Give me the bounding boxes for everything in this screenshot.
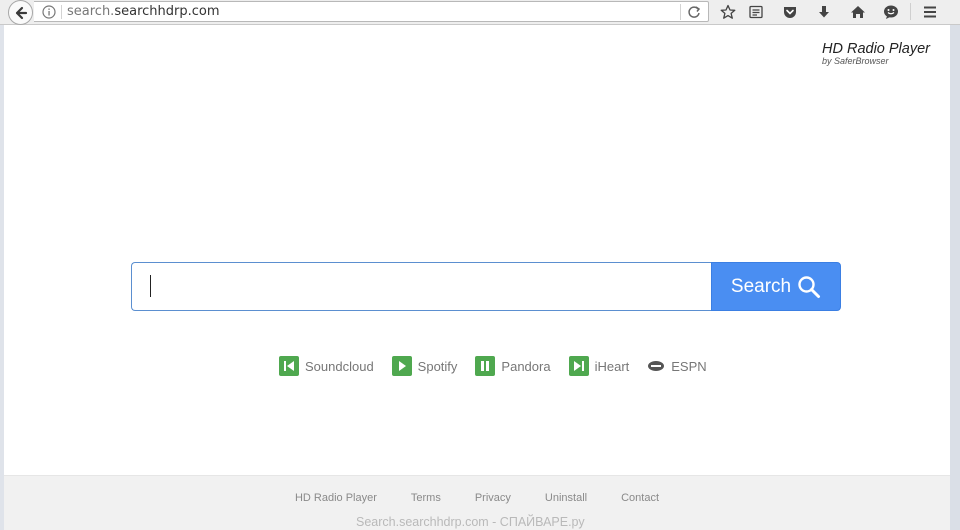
download-icon[interactable]: [815, 3, 833, 21]
footer-link-hd-radio-player[interactable]: HD Radio Player: [295, 492, 377, 504]
chat-smiley-icon[interactable]: [882, 3, 900, 21]
url-host: searchhdrp.com: [114, 4, 220, 19]
toolbar-separator: [910, 3, 911, 20]
hamburger-menu-icon[interactable]: [921, 3, 939, 21]
arrow-left-icon: [15, 6, 27, 19]
skip-back-icon: [279, 356, 299, 376]
quick-link-iheart[interactable]: iHeart: [568, 356, 630, 376]
reader-list-icon[interactable]: [747, 3, 765, 21]
home-icon[interactable]: [849, 3, 867, 21]
footer-link-terms[interactable]: Terms: [411, 492, 441, 504]
quick-link-soundcloud[interactable]: Soundcloud: [279, 356, 374, 376]
brand-logo: HD Radio Player by SaferBrowser: [822, 41, 932, 66]
watermark-text: Search.searchhdrp.com - СПАЙВАРЕ.ру: [356, 515, 585, 529]
page-viewport: HD Radio Player by SaferBrowser Search S…: [4, 25, 950, 530]
quick-links: Soundcloud Spotify Pandora iHeart ESPN: [279, 355, 725, 377]
url-separator: [61, 5, 62, 19]
browser-toolbar: search.searchhdrp.com: [0, 0, 960, 25]
quick-link-label: Pandora: [501, 358, 551, 374]
url-text[interactable]: search.searchhdrp.com: [67, 5, 220, 19]
text-caret: [150, 275, 151, 297]
quick-link-pandora[interactable]: Pandora: [475, 356, 551, 376]
page-footer: HD Radio Player Terms Privacy Uninstall …: [4, 475, 950, 530]
search-box: Search: [131, 262, 841, 311]
quick-link-label: Soundcloud: [305, 358, 374, 374]
quick-link-label: iHeart: [594, 358, 630, 374]
search-input[interactable]: [131, 262, 712, 311]
footer-link-contact[interactable]: Contact: [621, 492, 659, 504]
reload-separator: [680, 4, 681, 20]
address-bar[interactable]: search.searchhdrp.com: [34, 1, 709, 22]
magnifier-icon: [798, 275, 821, 298]
search-button-label: Search: [730, 275, 792, 297]
quick-link-spotify[interactable]: Spotify: [391, 356, 458, 376]
window-edge: [950, 25, 960, 530]
eye-icon: [647, 356, 665, 376]
pause-icon: [475, 356, 496, 376]
brand-subtitle: by SaferBrowser: [822, 56, 889, 66]
back-button[interactable]: [8, 0, 33, 25]
footer-links: HD Radio Player Terms Privacy Uninstall …: [4, 492, 950, 504]
quick-link-espn[interactable]: ESPN: [647, 356, 707, 376]
info-icon[interactable]: [42, 5, 56, 24]
play-icon: [391, 356, 412, 376]
bookmark-star-icon[interactable]: [719, 3, 737, 21]
quick-link-label: ESPN: [671, 358, 707, 374]
skip-forward-icon: [568, 356, 589, 376]
footer-link-privacy[interactable]: Privacy: [475, 492, 511, 504]
search-button[interactable]: Search: [711, 262, 841, 311]
pocket-icon[interactable]: [781, 3, 799, 21]
quick-link-label: Spotify: [417, 358, 458, 374]
url-prefix: search.: [67, 4, 115, 19]
footer-link-uninstall[interactable]: Uninstall: [545, 492, 587, 504]
brand-title: HD Radio Player: [822, 41, 930, 57]
reload-icon[interactable]: [687, 5, 701, 24]
